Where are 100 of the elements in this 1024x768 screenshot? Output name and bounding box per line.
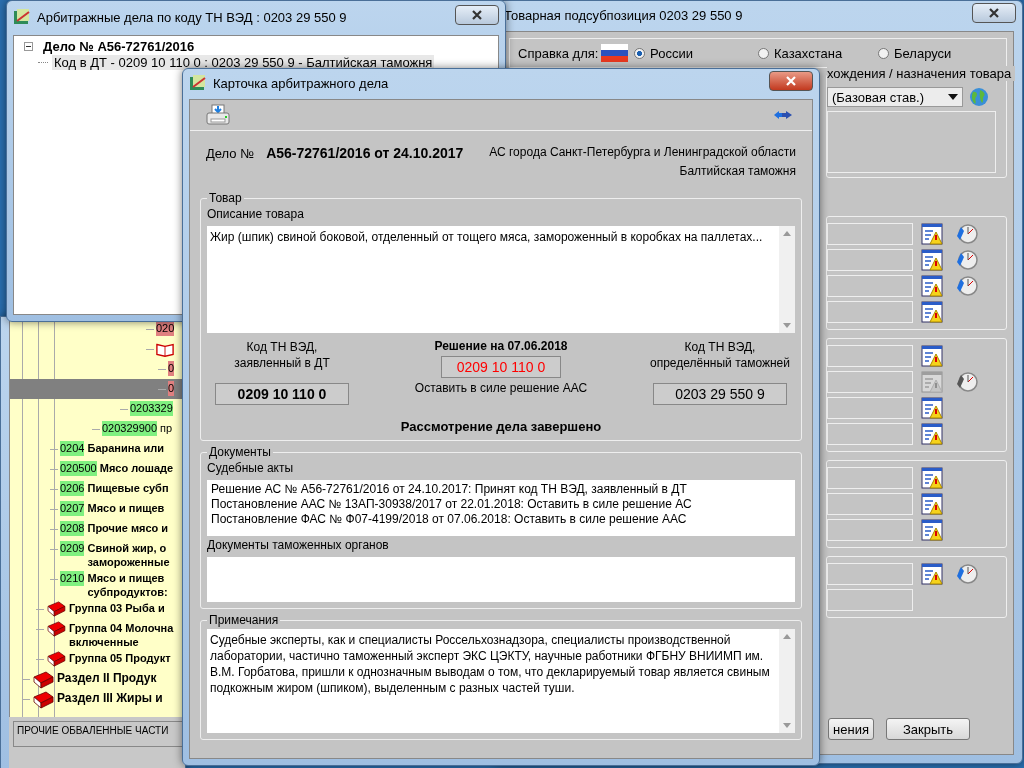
tree-item-label[interactable]: Прочие мясо и	[87, 521, 169, 535]
input-field[interactable]	[827, 397, 913, 419]
caret-icon	[948, 94, 958, 100]
checklist-warning-icon[interactable]	[921, 345, 943, 367]
scroll-up-icon[interactable]	[783, 634, 791, 639]
description-field[interactable]: Жир (шпик) свиной боковой, отделенный от тощего мяса, замороженный в коробках на паллетах...	[207, 226, 795, 333]
description-label: Описание товара	[207, 207, 305, 221]
code-chip[interactable]: 020500	[60, 461, 97, 476]
tree-item-label[interactable]: Группа 03 Рыба и	[69, 601, 165, 615]
clock-icon[interactable]	[955, 562, 979, 586]
code-chip[interactable]: 0207	[60, 501, 85, 516]
dialog-button[interactable]: нения	[828, 718, 874, 740]
court-act-item[interactable]: Решение АС № А56-72761/2016 от 24.10.2017: Принят код ТН ВЭД, заявленный в ДТ	[211, 482, 791, 497]
code-field: 0203 29 550 9	[653, 383, 787, 405]
input-field[interactable]	[827, 467, 913, 489]
window-title: Арбитражные дела по коду ТН ВЭД : 0203 29 550 9	[37, 9, 347, 25]
input-field[interactable]	[827, 589, 913, 611]
clock-icon[interactable]	[955, 248, 979, 272]
country-radio[interactable]: Казахстана	[758, 45, 843, 61]
group-legend: хождения / назначения товара	[827, 66, 1016, 81]
clock-icon[interactable]	[955, 274, 979, 298]
group-legend: Товар	[207, 191, 244, 205]
reference-label: Справка для:	[518, 45, 600, 61]
checklist-warning-icon[interactable]	[921, 493, 943, 515]
code-chip[interactable]: 0	[168, 361, 175, 376]
court-act-item[interactable]: Постановление ААС № 13АП-30938/2017 от 22.01.2018: Оставить в силе решение АС	[211, 497, 791, 512]
input-field[interactable]	[827, 249, 913, 271]
tree-item-label[interactable]: Свиной жир, о замороженные	[87, 541, 170, 569]
input-field[interactable]	[827, 519, 913, 541]
collapse-toggle[interactable]	[24, 41, 33, 51]
section-label: Документы таможенных органов	[207, 538, 390, 552]
checklist-warning-icon[interactable]	[921, 223, 943, 245]
input-field[interactable]	[827, 275, 913, 297]
group-legend: Примечания	[207, 613, 281, 627]
close-button[interactable]	[972, 3, 1016, 23]
book-icon[interactable]	[46, 621, 66, 637]
window-title: Товарная подсубпозиция 0203 29 550 9	[504, 7, 743, 23]
code-chip[interactable]: 0208	[60, 521, 85, 536]
scroll-up-icon[interactable]	[783, 231, 791, 236]
input-field[interactable]	[827, 371, 913, 393]
code-field: 0209 10 110 0	[215, 383, 349, 405]
clock-icon[interactable]	[955, 222, 979, 246]
tree-item-label[interactable]: Пищевые субп	[87, 481, 169, 495]
checklist-warning-icon[interactable]	[921, 249, 943, 271]
case-tree-item[interactable]: Дело № А56-72761/2016	[41, 38, 197, 54]
code-chip[interactable]: 0	[168, 381, 175, 396]
checklist-warning-icon[interactable]	[921, 301, 943, 323]
scroll-down-icon[interactable]	[783, 323, 791, 328]
tree-item-label[interactable]: Баранина или	[87, 441, 165, 455]
code-chip[interactable]: 0203329	[130, 401, 173, 416]
code-field: 0209 10 110 0	[441, 356, 561, 378]
code-label: Код ТН ВЭД, определённый таможней	[649, 339, 791, 371]
book-icon[interactable]	[46, 601, 66, 617]
dialog-button[interactable]: Закрыть	[886, 718, 970, 740]
checklist-warning-icon[interactable]	[921, 423, 943, 445]
input-field[interactable]	[827, 223, 913, 245]
code-chip[interactable]: 0209	[60, 541, 85, 556]
checklist-warning-icon[interactable]	[921, 467, 943, 489]
input-field[interactable]	[827, 563, 913, 585]
scroll-down-icon[interactable]	[783, 723, 791, 728]
book-icon[interactable]	[32, 691, 54, 709]
close-icon	[786, 76, 796, 86]
code-chip[interactable]: 0204	[60, 441, 85, 456]
customs-name: Балтийская таможня	[679, 164, 796, 178]
checklist-warning-icon[interactable]	[921, 563, 943, 585]
input-field[interactable]	[827, 493, 913, 515]
code-chip[interactable]: 0206	[60, 481, 85, 496]
scrollbar[interactable]	[779, 629, 795, 733]
open-book-icon[interactable]	[156, 341, 174, 357]
country-radio[interactable]: России	[634, 45, 693, 61]
checklist-warning-icon[interactable]	[921, 519, 943, 541]
checklist-warning-icon[interactable]	[921, 397, 943, 419]
printer-icon[interactable]	[206, 104, 230, 126]
checklist-warning-icon[interactable]	[921, 275, 943, 297]
input-field[interactable]	[827, 345, 913, 367]
book-icon[interactable]	[32, 671, 54, 689]
arrows-icon[interactable]	[774, 110, 792, 120]
close-button[interactable]	[769, 71, 813, 91]
tree-item-label[interactable]: Группа 04 Молочна включенные	[69, 621, 174, 649]
notes-field[interactable]: Судебные эксперты, как и специалисты Россельхознадзора, специалисты производственной лаборатории, частично таможенный эксперт ЭКС ЦЭКТУ, научные работники ФГБНУ ВНИИМП им. В.М. Горбатова, пришли к однозначным выводам о том, что декларируемый товар является свиным подкожным жиром (шпиком), выделенным с разных частей туши.	[207, 629, 795, 733]
code-chip[interactable]: 020329900	[102, 421, 158, 436]
decision-title: Решение на 07.06.2018	[434, 339, 568, 353]
close-button[interactable]	[455, 5, 499, 25]
book-icon[interactable]	[46, 651, 66, 667]
tree-item-label[interactable]: пр	[160, 421, 173, 435]
court-name: АС города Санкт-Петербурга и Ленинградской области	[489, 145, 796, 159]
court-act-item[interactable]: Постановление ФАС № Ф07-4199/2018 от 07.06.2018: Оставить в силе решение ААС	[211, 512, 791, 527]
tree-item-label[interactable]: Мясо и пищев	[87, 501, 165, 515]
country-radio[interactable]: Беларуси	[878, 45, 952, 61]
tree-item-label[interactable]: Группа 05 Продукт	[69, 651, 171, 665]
input-field[interactable]	[827, 423, 913, 445]
case-tree-item[interactable]: Код в ДТ - 0209 10 110 0 : 0203 29 550 9 - Балтийская таможня	[52, 54, 435, 70]
tree-item-label[interactable]: Раздел II Продук	[57, 671, 157, 685]
tree-item-label[interactable]: Мясо и пищев субпродуктов:	[87, 571, 168, 599]
input-field[interactable]	[827, 301, 913, 323]
tree-item-label[interactable]: Раздел III Жиры и	[57, 691, 163, 705]
tree-item-label[interactable]: Мясо лошаде	[99, 461, 174, 475]
rate-dropdown[interactable]: (Базовая став.)	[827, 87, 963, 107]
scrollbar[interactable]	[779, 226, 795, 333]
code-chip[interactable]: 0210	[60, 571, 85, 586]
